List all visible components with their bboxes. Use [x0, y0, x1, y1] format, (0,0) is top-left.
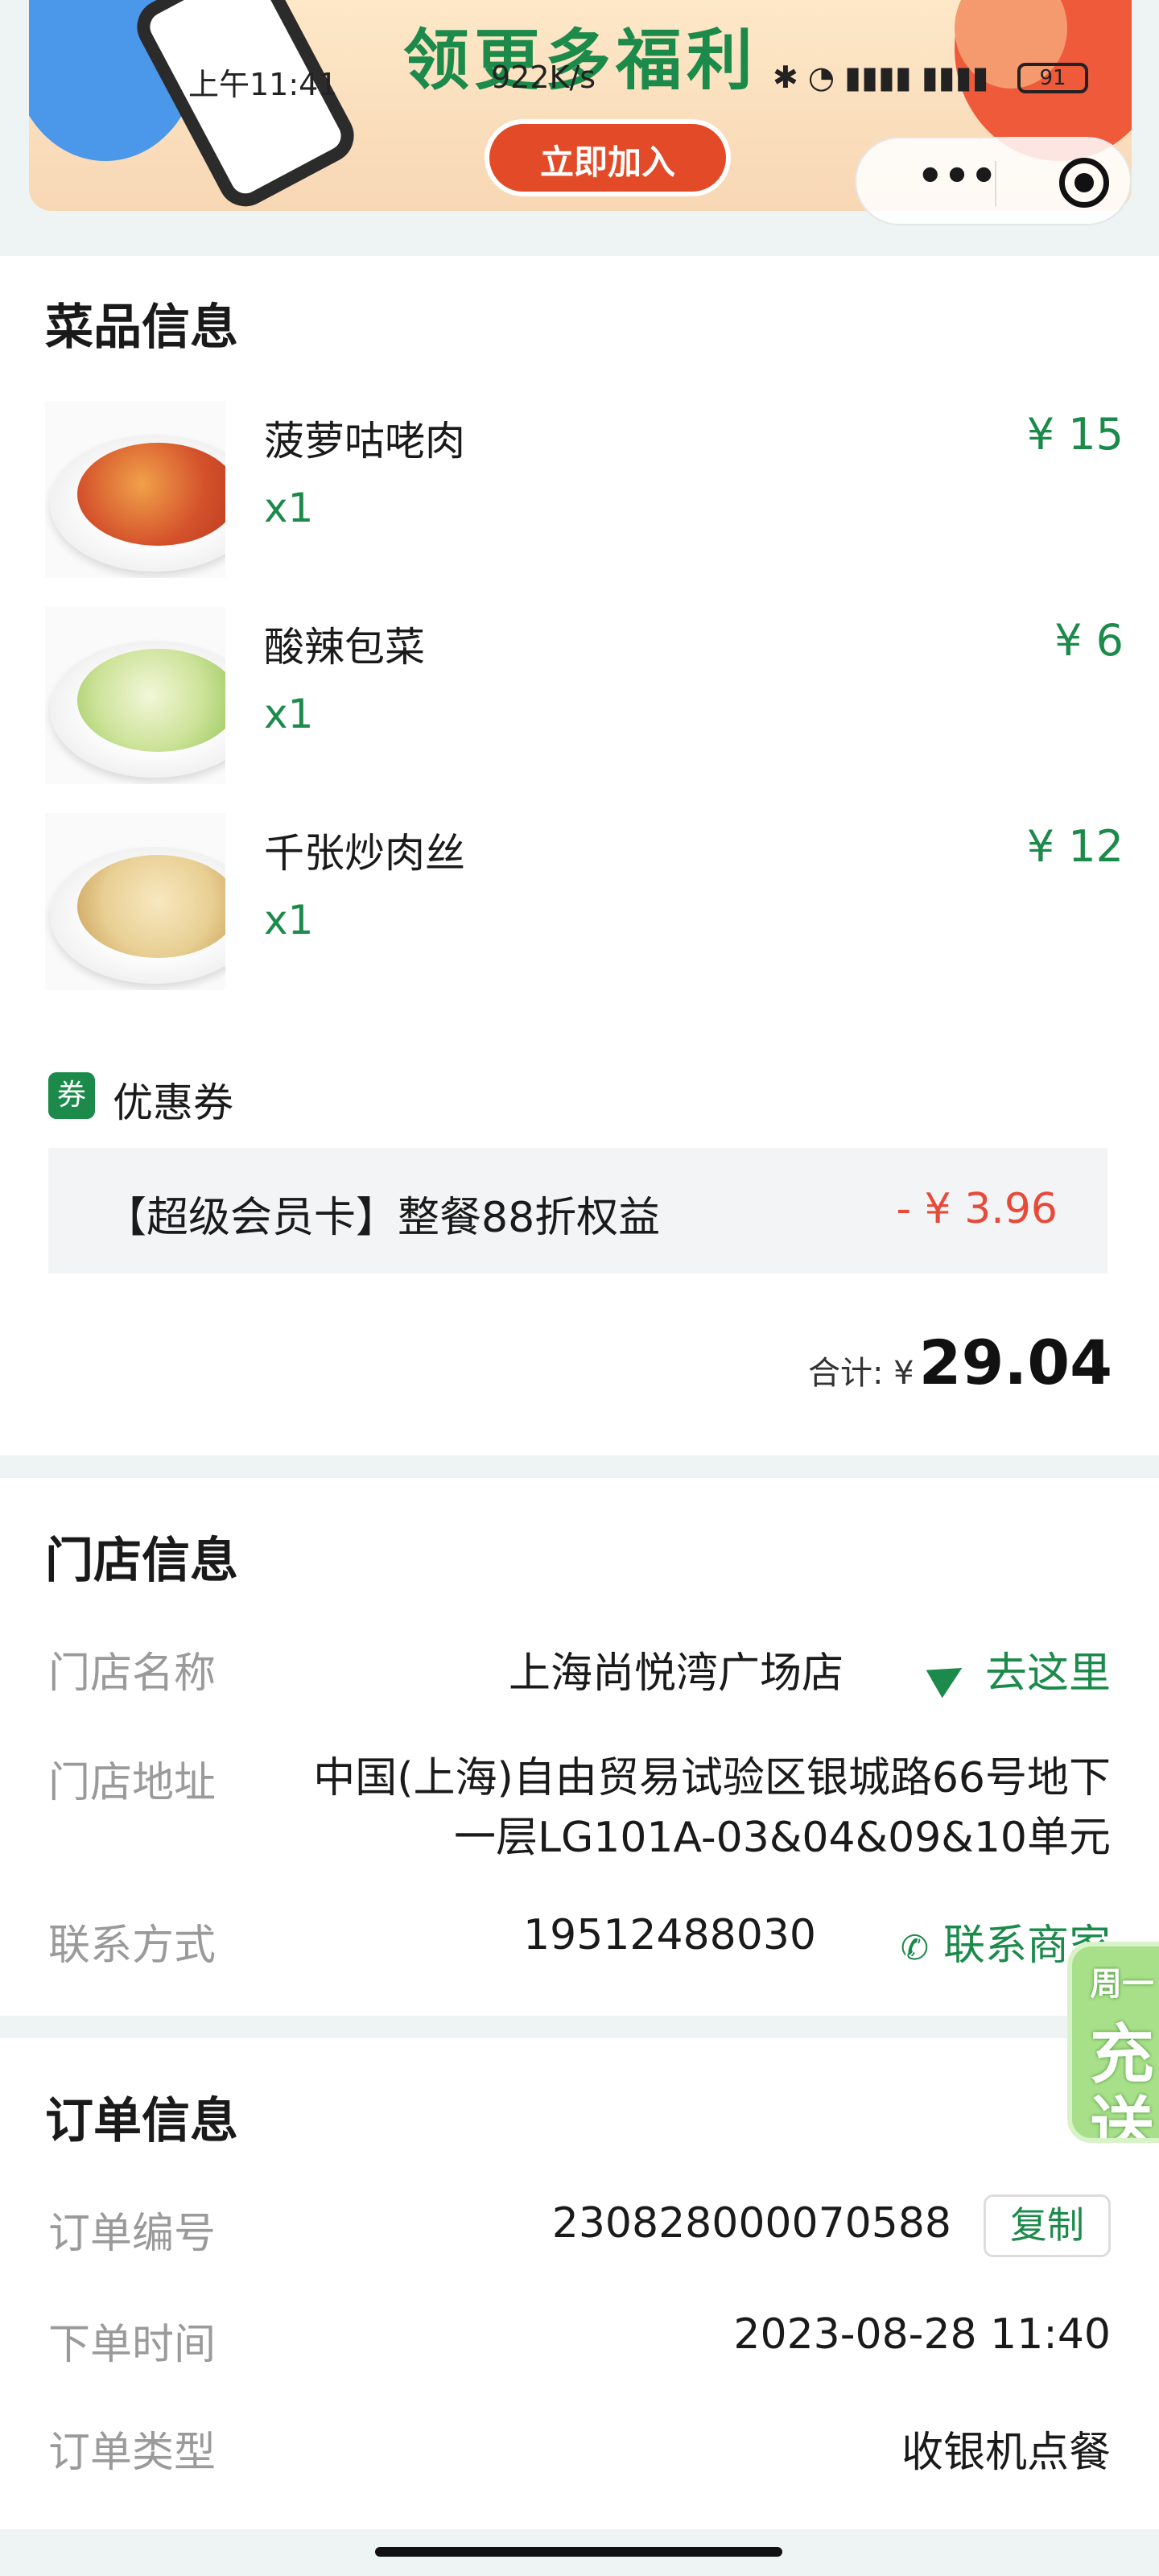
dish-image	[45, 607, 225, 784]
floating-promo-widget[interactable]: 周一 充 送	[1067, 1942, 1159, 2143]
status-time: 上午11:41	[188, 67, 338, 102]
store-address-label: 门店地址	[48, 1759, 217, 1807]
join-now-button[interactable]: 立即加入	[485, 119, 731, 196]
store-section-title: 门店信息	[45, 1533, 238, 1589]
coupon-icon: 券	[48, 1072, 95, 1119]
dish-name: 千张炒肉丝	[264, 830, 465, 877]
order-number-value: 230828000070588	[551, 2199, 951, 2248]
battery-icon: 91	[1017, 63, 1088, 93]
order-time-label: 下单时间	[48, 2321, 217, 2369]
network-speed: 922K/s	[491, 60, 596, 95]
promo-line-1: 周一	[1090, 1966, 1154, 2003]
order-time-value: 2023-08-28 11:40	[733, 2310, 1111, 2359]
dish-price: ¥ 12	[1026, 821, 1124, 872]
dish-price: ¥ 15	[1026, 409, 1124, 460]
dish-item: 千张炒肉丝 x1 ¥ 12	[45, 813, 1124, 990]
dish-quantity: x1	[264, 691, 314, 737]
order-type-value: 收银机点餐	[901, 2429, 1111, 2477]
order-number-label: 订单编号	[48, 2210, 217, 2258]
order-type-label: 订单类型	[48, 2429, 217, 2477]
dish-quantity: x1	[264, 485, 314, 531]
dish-item: 菠萝咕咾肉 x1 ¥ 15	[45, 401, 1124, 578]
order-section-title: 订单信息	[45, 2093, 238, 2149]
coupon-item: 【超级会员卡】整餐88折权益 - ¥ 3.96	[48, 1148, 1107, 1274]
order-type-row: 订单类型 收银机点餐	[48, 2418, 1111, 2483]
promo-line-3: 送	[1090, 2090, 1154, 2143]
order-total: 合计: ¥29.04	[808, 1327, 1112, 1407]
dish-item: 酸辣包菜 x1 ¥ 6	[45, 607, 1124, 784]
order-number-row: 订单编号 230828000070588 复制	[48, 2194, 1111, 2264]
store-phone-number: 19512488030	[523, 1911, 816, 1959]
dish-name: 酸辣包菜	[264, 624, 425, 671]
copy-order-number-button[interactable]: 复制	[984, 2194, 1111, 2257]
dishes-section-title: 菜品信息	[45, 299, 238, 356]
store-contact-row: 联系方式 19512488030 ✆ 联系商家	[48, 1911, 1111, 1975]
navigation-arrow-icon	[926, 1653, 971, 1699]
miniprogram-capsule: •••	[855, 137, 1132, 225]
order-card: 订单信息 订单编号 230828000070588 复制 下单时间 2023-0…	[0, 2038, 1159, 2529]
store-address-value: 中国(上海)自由贸易试验区银城路66号地下一层LG101A-03&04&09&1…	[313, 1754, 1111, 1862]
home-indicator	[375, 2547, 782, 2557]
coupon-discount-amount: - ¥ 3.96	[896, 1185, 1058, 1233]
phone-icon: ✆	[900, 1928, 929, 1967]
total-label: 合计: ¥	[807, 1355, 914, 1392]
store-name-value: 上海尚悦湾广场店	[508, 1649, 843, 1698]
signal-icons: ✱ ◔ ▮▮▮▮ ▮▮▮▮	[773, 60, 989, 95]
total-value: 29.04	[918, 1327, 1112, 1398]
more-icon[interactable]: •••	[897, 155, 1017, 204]
dish-image	[45, 813, 225, 990]
store-name-row: 门店名称 上海尚悦湾广场店 去这里	[48, 1639, 1111, 1703]
store-address-row: 门店地址 中国(上海)自由贸易试验区银城路66号地下一层LG101A-03&04…	[48, 1748, 1111, 1877]
store-name-label: 门店名称	[48, 1649, 217, 1698]
store-contact-label: 联系方式	[48, 1922, 217, 1970]
dishes-card: 菜品信息 菠萝咕咾肉 x1 ¥ 15 酸辣包菜 x1 ¥ 6 千张炒肉丝 x1 …	[0, 256, 1159, 1455]
coupon-label: 优惠券	[113, 1080, 233, 1126]
capsule-divider	[995, 161, 996, 206]
coupon-description: 【超级会员卡】整餐88折权益	[105, 1194, 661, 1242]
dish-price: ¥ 6	[1054, 615, 1124, 666]
navigate-label: 去这里	[984, 1649, 1111, 1698]
dish-image	[45, 401, 225, 578]
dish-name: 菠萝咕咾肉	[264, 418, 465, 464]
close-miniprogram-icon[interactable]	[1059, 158, 1109, 208]
dish-quantity: x1	[264, 897, 314, 943]
status-bar: 上午11:41 922K/s ✱ ◔ ▮▮▮▮ ▮▮▮▮ 91	[0, 52, 1159, 108]
order-time-row: 下单时间 2023-08-28 11:40	[48, 2310, 1111, 2375]
store-card: 门店信息 门店名称 上海尚悦湾广场店 去这里 门店地址 中国(上海)自由贸易试验…	[0, 1478, 1159, 2016]
navigate-button[interactable]: 去这里	[926, 1639, 1111, 1699]
